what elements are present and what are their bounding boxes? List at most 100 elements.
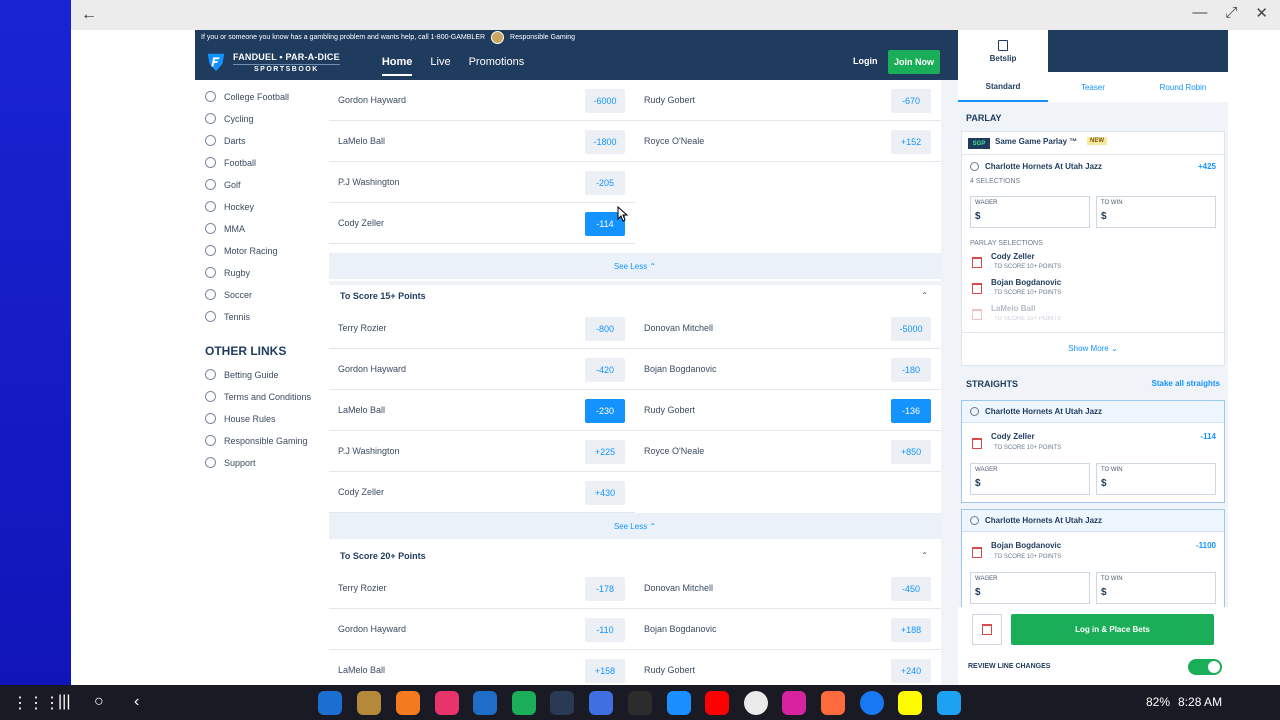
parlay-wager-field[interactable]: WAGER $ [970,196,1090,228]
nav-home[interactable]: Home [381,56,413,76]
chevron-up-icon[interactable]: ⌃ [921,291,928,300]
trash-icon[interactable] [972,283,982,294]
sidebar-item-terms[interactable]: Terms and Conditions [205,391,311,402]
sidebar-item-motor-racing[interactable]: Motor Racing [205,245,278,256]
odds-button[interactable]: +240 [891,659,931,683]
odds-button[interactable]: -450 [891,577,931,601]
odds-button[interactable]: +188 [891,618,931,642]
review-line-changes-toggle[interactable] [1188,659,1222,675]
to-win-label: TO WIN [1101,467,1123,473]
chrome-app-icon[interactable] [744,691,768,715]
app-drawer-icon[interactable]: ⋮⋮⋮ [12,693,60,713]
sidebar-item-darts[interactable]: Darts [205,135,246,146]
minimize-icon[interactable]: — [1192,4,1207,22]
app-icon[interactable] [357,691,381,715]
browser-app-icon[interactable] [667,691,691,715]
dollar-sign: $ [975,211,981,222]
odds-button[interactable]: -670 [891,89,931,113]
home-icon[interactable]: ○ [94,693,104,711]
maximize-icon[interactable]: ⤢ [1225,4,1237,22]
back-icon[interactable]: ‹ [134,693,139,711]
odds-button[interactable]: -180 [891,358,931,382]
odds-button[interactable]: +158 [585,659,625,683]
parlay-to-win-field[interactable]: TO WIN $ [1096,196,1216,228]
trash-icon[interactable] [972,438,982,449]
trash-icon[interactable] [972,547,982,558]
odds-button[interactable]: +430 [585,481,625,505]
draftkings-app-icon[interactable] [512,691,536,715]
sidebar-item-house-rules[interactable]: House Rules [205,413,276,424]
login-link[interactable]: Login [853,56,878,66]
sidebar-item-hockey[interactable]: Hockey [205,201,254,212]
twitter-app-icon[interactable] [937,691,961,715]
sidebar-item-golf[interactable]: Golf [205,179,241,190]
selection-name: Cody Zeller [991,252,1035,261]
odds-button[interactable]: -5000 [891,317,931,341]
betslip-tab[interactable]: Betslip [958,30,1048,72]
sidebar-item-mma[interactable]: MMA [205,223,245,234]
messages-app-icon[interactable] [589,691,613,715]
sidebar-item-betting-guide[interactable]: Betting Guide [205,369,279,380]
sidebar-item-tennis[interactable]: Tennis [205,311,250,322]
app-icon[interactable] [396,691,420,715]
sidebar-item-cycling[interactable]: Cycling [205,113,254,124]
stake-all-straights-link[interactable]: Stake all straights [1152,379,1220,388]
player-name: Donovan Mitchell [644,323,714,333]
tab-round-robin[interactable]: Round Robin [1138,72,1228,102]
back-arrow-icon[interactable]: ← [81,6,97,24]
instagram-app-icon[interactable] [782,691,806,715]
facebook-app-icon[interactable] [860,691,884,715]
nav-live[interactable]: Live [430,56,450,76]
fanduel-logo[interactable]: FANDUEL • PAR-A-DICE SPORTSBOOK [205,51,340,73]
app-icon[interactable] [550,691,574,715]
sidebar-item-college-football[interactable]: College Football [205,91,289,102]
odds-button[interactable]: -800 [585,317,625,341]
fanduel-app-icon[interactable] [473,691,497,715]
odds-button[interactable]: +225 [585,440,625,464]
clear-betslip-button[interactable] [972,614,1002,645]
dollar-sign: $ [1101,211,1107,222]
youtube-app-icon[interactable] [705,691,729,715]
recent-apps-icon[interactable]: ||| [58,693,70,711]
odds-button[interactable]: -136 [891,399,931,423]
straight-wager-field[interactable]: WAGER $ [970,572,1090,604]
straight-wager-field[interactable]: WAGER $ [970,463,1090,495]
trash-icon[interactable] [972,257,982,268]
app-icon[interactable] [821,691,845,715]
sidebar-item-soccer[interactable]: Soccer [205,289,252,300]
app-icon[interactable] [628,691,652,715]
odds-button[interactable]: -6000 [585,89,625,113]
gambling-help-banner: If you or someone you know has a gamblin… [195,30,958,44]
sidebar-item-rugby[interactable]: Rugby [205,267,250,278]
straight-to-win-field[interactable]: TO WIN $ [1096,463,1216,495]
place-bets-button[interactable]: Log in & Place Bets [1011,614,1214,645]
sidebar-item-responsible-gaming[interactable]: Responsible Gaming [205,435,308,446]
odds-button[interactable]: -230 [585,399,625,423]
show-more-link[interactable]: Show More ⌄ [962,344,1224,353]
trash-icon[interactable] [972,309,982,320]
odds-button[interactable]: +850 [891,440,931,464]
chevron-up-icon[interactable]: ⌃ [921,551,928,560]
odds-button[interactable]: +152 [891,130,931,154]
close-icon[interactable]: ✕ [1255,4,1268,22]
sidebar-item-football[interactable]: Football [205,157,256,168]
straight-to-win-field[interactable]: TO WIN $ [1096,572,1216,604]
app-icon[interactable] [318,691,342,715]
odds-button[interactable]: -205 [585,171,625,195]
tab-teaser[interactable]: Teaser [1048,72,1138,102]
responsible-gaming-link[interactable]: Responsible Gaming [510,34,575,41]
odds-button[interactable]: -110 [585,618,625,642]
see-less-link[interactable]: See Less ⌃ [329,253,941,279]
nav-promotions[interactable]: Promotions [469,56,525,76]
join-now-button[interactable]: Join Now [888,50,940,74]
app-icon[interactable] [435,691,459,715]
question-icon [205,369,216,380]
sidebar-item-support[interactable]: Support [205,457,256,468]
odds-button[interactable]: -420 [585,358,625,382]
sidebar-item-label: Terms and Conditions [224,391,312,402]
snapchat-app-icon[interactable] [898,691,922,715]
see-less-link[interactable]: See Less ⌃ [329,513,941,539]
odds-button[interactable]: -1800 [585,130,625,154]
tab-standard[interactable]: Standard [958,72,1048,102]
odds-button[interactable]: -178 [585,577,625,601]
